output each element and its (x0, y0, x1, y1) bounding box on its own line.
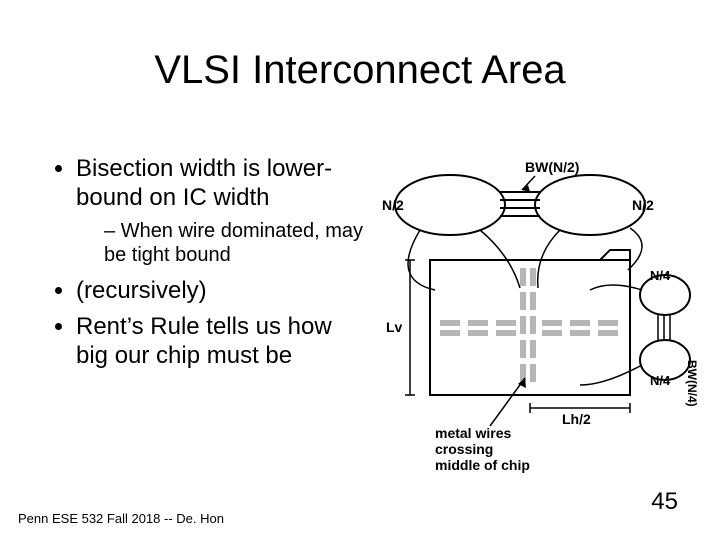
label-n2-right: N/2 (632, 197, 654, 213)
vertical-wires (520, 268, 536, 382)
caption-line-2: crossing (435, 441, 493, 457)
sub-bullet-1: When wire dominated, may be tight bound (104, 219, 368, 267)
sub-bullet-list: When wire dominated, may be tight bound (76, 219, 368, 267)
label-n4-bot: N/4 (650, 373, 671, 388)
bullet-2: (recursively) (76, 277, 368, 306)
diagram-svg: BW(N/2) N/2 N/2 Lv (380, 160, 700, 480)
label-n4-top: N/4 (650, 268, 671, 283)
page-number: 45 (651, 488, 678, 516)
label-lv: Lv (386, 319, 403, 335)
label-bw-n4: BW(N/4) (685, 360, 699, 407)
caption-line-1: metal wires (435, 425, 511, 441)
ellipse-n2-right (535, 175, 645, 235)
slide: VLSI Interconnect Area Bisection width i… (0, 0, 720, 540)
horizontal-wires (440, 320, 618, 336)
bullet-1-text: Bisection width is lower-bound on IC wid… (76, 155, 332, 211)
ellipse-n2-left (395, 175, 505, 235)
footer-text: Penn ESE 532 Fall 2018 -- De. Hon (18, 511, 224, 526)
label-lh2: Lh/2 (562, 411, 591, 427)
bullet-3: Rent’s Rule tells us how big our chip mu… (76, 313, 368, 371)
caption-line-3: middle of chip (435, 457, 530, 473)
label-n2-left: N/2 (382, 197, 404, 213)
body-text: Bisection width is lower-bound on IC wid… (48, 155, 368, 379)
label-bw-n2: BW(N/2) (525, 160, 579, 175)
diagram: BW(N/2) N/2 N/2 Lv (380, 160, 700, 480)
bullet-list: Bisection width is lower-bound on IC wid… (48, 155, 368, 371)
page-title: VLSI Interconnect Area (0, 48, 720, 93)
bullet-1: Bisection width is lower-bound on IC wid… (76, 155, 368, 267)
